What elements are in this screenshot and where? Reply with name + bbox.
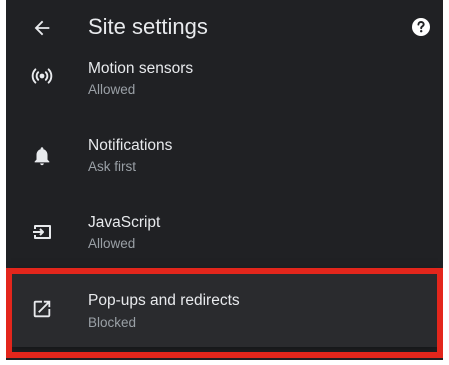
bell-icon (28, 142, 56, 170)
open-in-new-icon (28, 295, 56, 323)
javascript-icon (28, 218, 56, 246)
app-bar: Site settings (6, 0, 443, 56)
setting-row-notifications[interactable]: Notifications Ask first (6, 133, 443, 209)
arrow-left-icon (34, 20, 50, 36)
help-circle-icon (412, 18, 430, 36)
setting-status: Blocked (88, 315, 137, 330)
setting-label: JavaScript (88, 214, 161, 231)
setting-row-motion-sensors[interactable]: Motion sensors Allowed (6, 56, 443, 132)
site-settings-screen: Site settings Motion sensors Allowed Not… (6, 0, 443, 360)
page-title: Site settings (88, 14, 208, 39)
setting-status: Allowed (88, 236, 136, 251)
back-button[interactable] (28, 14, 56, 42)
setting-label: Motion sensors (88, 60, 194, 77)
motion-sensors-icon (28, 62, 56, 90)
setting-label: Notifications (88, 137, 173, 154)
setting-status: Ask first (88, 159, 137, 174)
setting-status: Allowed (88, 82, 136, 97)
setting-label: Pop-ups and redirects (88, 292, 240, 309)
help-button[interactable] (410, 16, 432, 38)
setting-row-popups-redirects[interactable]: Pop-ups and redirects Blocked (6, 281, 443, 357)
